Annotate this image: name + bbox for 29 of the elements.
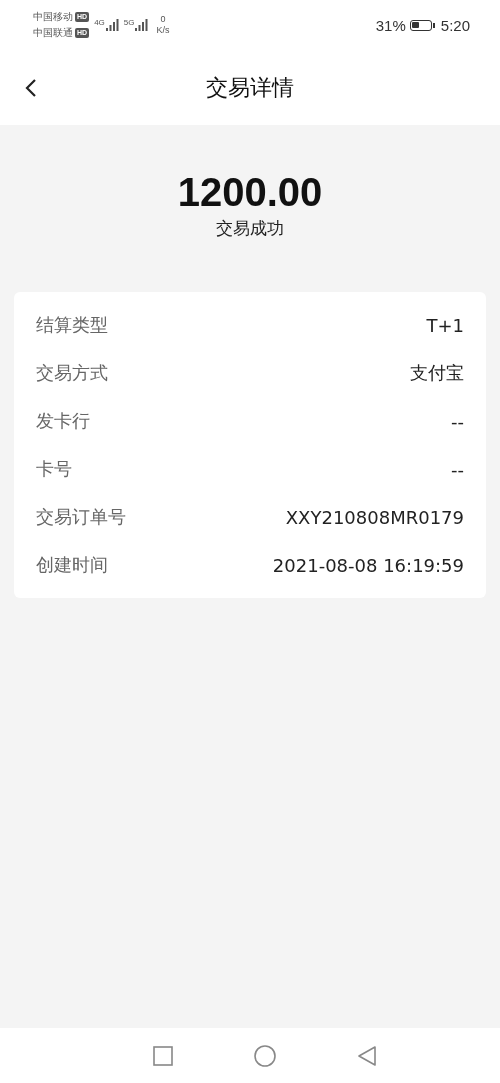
detail-label: 交易方式 xyxy=(36,361,108,385)
chevron-left-icon xyxy=(24,78,38,98)
home-button[interactable] xyxy=(254,1044,276,1067)
detail-value: XXY210808MR0179 xyxy=(285,506,464,528)
detail-value: -- xyxy=(451,458,464,480)
clock-time: 5:20 xyxy=(440,16,470,34)
amount: 1200.00 xyxy=(177,169,323,215)
speed-value: 0 xyxy=(160,14,166,25)
detail-value: T+1 xyxy=(426,314,464,336)
detail-label: 创建时间 xyxy=(36,553,108,577)
page-title: 交易详情 xyxy=(206,73,294,102)
speed-unit: K/s xyxy=(156,25,170,36)
signal-icon xyxy=(134,18,149,32)
network-type: 5G xyxy=(123,18,135,27)
carrier-name: 中国联通 xyxy=(33,26,73,40)
battery-icon xyxy=(409,19,432,31)
detail-label: 结算类型 xyxy=(36,313,108,337)
detail-value: 支付宝 xyxy=(410,361,464,385)
detail-label: 发卡行 xyxy=(36,409,90,433)
detail-value: 2021-08-08 16:19:59 xyxy=(272,554,464,576)
battery-percent: 31% xyxy=(375,16,406,34)
carrier-name: 中国移动 xyxy=(33,10,73,24)
network-type: 4G xyxy=(94,18,105,27)
transaction-status: 交易成功 xyxy=(216,217,284,240)
detail-label: 卡号 xyxy=(36,457,72,481)
detail-value: -- xyxy=(451,410,464,432)
detail-label: 交易订单号 xyxy=(36,505,126,529)
signal-icon xyxy=(104,18,119,32)
recents-button[interactable] xyxy=(152,1044,174,1067)
